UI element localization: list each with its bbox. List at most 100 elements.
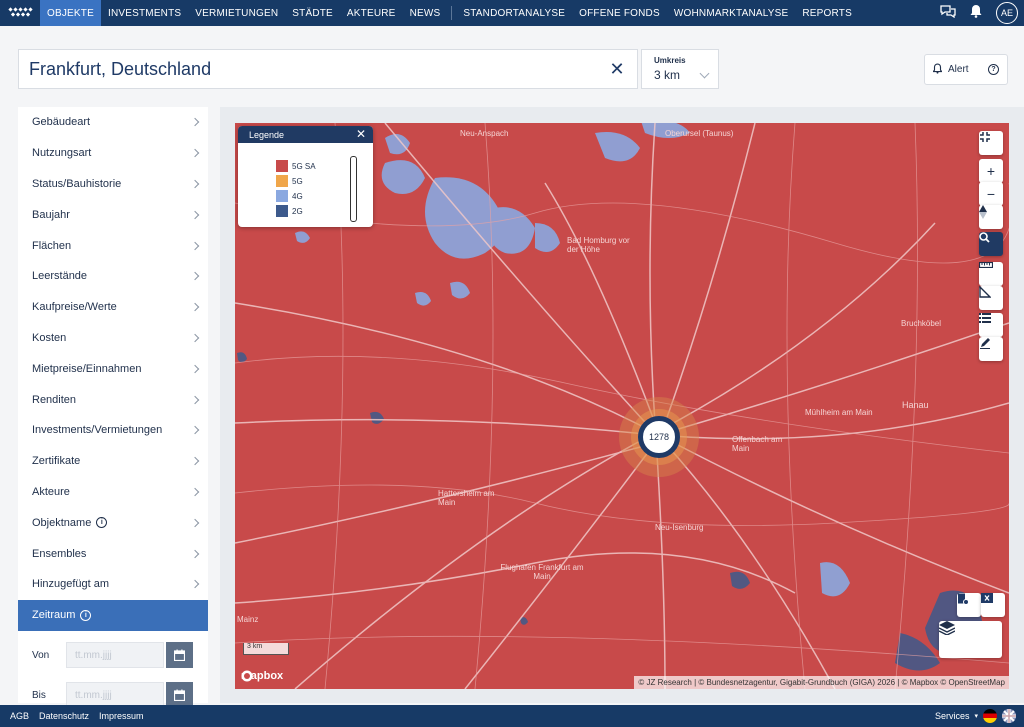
legend-swatch [276,205,288,217]
footer: AGB Datenschutz Impressum Services ▾ [0,705,1024,727]
close-box-icon[interactable] [981,593,1005,617]
filter-zertifikate[interactable]: Zertifikate [18,446,208,477]
place-label: Mühlheim am Main [805,408,873,417]
legend-scrollbar[interactable] [350,156,357,222]
services-menu[interactable]: Services [935,711,970,721]
zoom-in-icon[interactable]: + [979,159,1003,183]
mapbox-logo: mapbox [241,670,283,682]
place-label: Flughafen Frankfurt am Main [500,563,584,581]
coverage-map[interactable]: Neu-Anspach Oberursel (Taunus) Bad Hombu… [235,123,1009,689]
chat-icon[interactable] [940,4,956,23]
draw-icon[interactable] [979,337,1003,361]
filter-label: Kaufpreise/Werte [32,301,117,314]
fullscreen-exit-icon[interactable] [979,131,1003,155]
zoom-out-icon[interactable]: − [979,182,1003,206]
filter-objektname[interactable]: Objektname i [18,507,208,538]
german-flag-icon[interactable] [983,709,997,723]
nav-investments[interactable]: INVESTMENTS [101,0,188,26]
date-from-input[interactable]: tt.mm.jjjj [66,642,164,668]
filter-nutzungsart[interactable]: Nutzungsart [18,138,208,169]
chevron-right-icon [190,302,200,312]
radius-select[interactable]: Umkreis 3 km [641,49,719,89]
list-icon[interactable] [979,313,1003,337]
user-avatar[interactable]: AE [996,2,1018,24]
nav-objekte[interactable]: OBJEKTE [40,0,101,26]
bell-icon[interactable] [970,4,982,23]
map-panel: Neu-Anspach Oberursel (Taunus) Bad Hombu… [220,107,1024,703]
place-label: Hattersheim am Main [438,489,495,507]
map-scale: 3 km [243,643,289,655]
nav-akteure[interactable]: AKTEURE [340,0,403,26]
calendar-icon[interactable] [166,642,193,668]
filter-label: Zertifikate [32,455,81,468]
legend-swatch [276,175,288,187]
filter-label: Renditen [32,393,77,406]
legend-swatch [276,160,288,172]
cluster-marker[interactable]: 1278 [638,416,680,458]
nav-news[interactable]: NEWS [403,0,448,26]
document-icon[interactable] [957,593,981,617]
close-icon[interactable]: ✕ [356,127,366,141]
ruler-icon[interactable] [979,262,1003,286]
legend-title: Legende [249,129,285,140]
filter-sidebar: Gebäudeart Nutzungsart Status/Bauhistori… [18,107,208,708]
footer-link-datenschutz[interactable]: Datenschutz [39,711,89,721]
info-icon[interactable]: i [80,609,92,621]
filter-label: Zeitraum [32,609,76,622]
filter-zeitraum[interactable]: Zeitraum i [18,599,208,631]
filter-label: Status/Bauhistorie [32,177,122,190]
filter-akteure[interactable]: Akteure [18,477,208,508]
radius-label: Umkreis [654,56,686,65]
legend-label: 2G [292,206,303,216]
chevron-right-icon [190,549,200,558]
footer-right: Services ▾ [935,705,1016,727]
chevron-right-icon [190,241,200,250]
info-icon[interactable]: i [96,517,108,529]
nav-wohnmarktanalyse[interactable]: WOHNMARKTANALYSE [667,0,796,26]
filter-status-bauhistorie[interactable]: Status/Bauhistorie [18,169,208,200]
compass-icon[interactable] [979,205,1003,229]
help-icon[interactable]: ? [988,64,999,75]
filter-investments[interactable]: Investments/Vermietungen [18,415,208,446]
legend-entry: 5G SA [276,160,316,172]
filter-ensembles[interactable]: Ensembles [18,538,208,569]
filter-hinzugefuegt[interactable]: Hinzugefügt am [18,569,208,600]
area-measure-icon[interactable] [979,286,1003,310]
filter-leerstaende[interactable]: Leerstände [18,261,208,292]
nav-divider [451,6,453,20]
uk-flag-icon[interactable] [1002,709,1016,723]
nav-standortanalyse[interactable]: STANDORTANALYSE [456,0,572,26]
radius-value[interactable]: 3 km [654,68,718,82]
filter-kaufpreise[interactable]: Kaufpreise/Werte [18,292,208,323]
alert-button[interactable]: Alert ? [924,54,1008,85]
filter-label: Akteure [32,485,70,498]
location-search-field[interactable]: Frankfurt, Deutschland ✕ [18,49,638,89]
filter-renditen[interactable]: Renditen [18,384,208,415]
search-zoom-icon[interactable] [979,232,1003,256]
legend-entry: 5G [276,175,303,187]
footer-link-agb[interactable]: AGB [10,711,29,721]
chevron-right-icon [190,210,200,220]
nav-vermietungen[interactable]: VERMIETUNGEN [188,0,285,26]
layers-icon[interactable] [939,621,1002,658]
filter-kosten[interactable]: Kosten [18,323,208,354]
place-label: Hanau [902,400,929,410]
nav-offene-fonds[interactable]: OFFENE FONDS [572,0,667,26]
chevron-right-icon [190,426,200,435]
brand-logo[interactable] [0,0,40,26]
map-attribution[interactable]: © JZ Research | © Bundesnetzagentur, Gig… [634,676,1009,689]
clear-search-icon[interactable]: ✕ [607,59,627,80]
footer-link-impressum[interactable]: Impressum [99,711,144,721]
chevron-right-icon [190,518,200,527]
nav-reports[interactable]: REPORTS [795,0,859,26]
legend-swatch [276,190,288,202]
filter-mietpreise[interactable]: Mietpreise/Einnahmen [18,353,208,384]
chevron-right-icon [190,179,200,189]
filter-flaechen[interactable]: Flächen [18,230,208,261]
filter-gebaeudeart[interactable]: Gebäudeart [18,107,208,138]
filter-label: Objektname [32,516,92,529]
nav-staedte[interactable]: STÄDTE [285,0,340,26]
filter-baujahr[interactable]: Baujahr [18,199,208,230]
chevron-right-icon [190,272,200,281]
search-value[interactable]: Frankfurt, Deutschland [29,59,607,80]
